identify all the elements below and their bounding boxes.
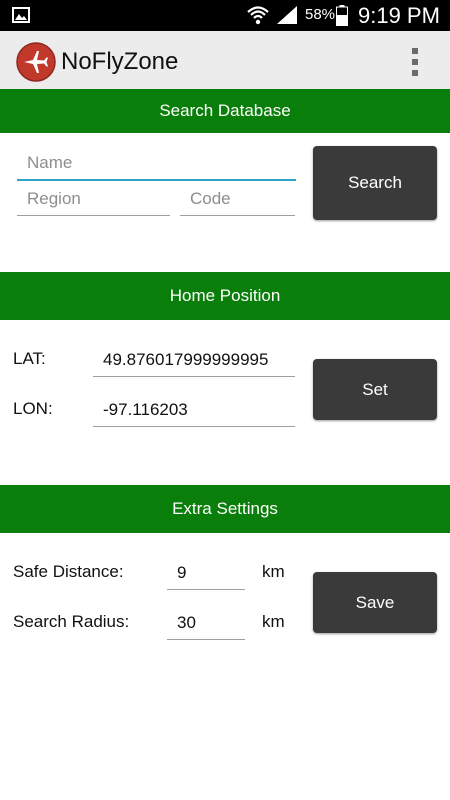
battery-icon: [336, 5, 348, 26]
wifi-icon: [247, 6, 269, 25]
airplane-logo-icon: [16, 42, 56, 82]
home-position-header: Home Position: [0, 272, 450, 320]
lat-label: LAT:: [13, 349, 46, 368]
app-title: NoFlyZone: [61, 48, 179, 75]
name-input[interactable]: [17, 147, 296, 181]
extra-settings-header: Extra Settings: [0, 485, 450, 533]
image-notification-icon: [12, 7, 30, 23]
set-button[interactable]: Set: [313, 359, 437, 420]
signal-icon: [277, 6, 297, 24]
lon-label: LON:: [13, 399, 53, 418]
overflow-menu-icon[interactable]: [408, 46, 422, 78]
status-bar: 58% 9:19 PM: [0, 0, 450, 31]
search-database-header: Search Database: [0, 89, 450, 133]
lat-input[interactable]: [93, 343, 295, 377]
region-input[interactable]: [17, 182, 170, 216]
search-radius-label: Search Radius:: [13, 612, 130, 631]
lon-input[interactable]: [93, 393, 295, 427]
search-button[interactable]: Search: [313, 146, 437, 220]
clock: 9:19 PM: [358, 3, 440, 28]
search-radius-unit: km: [262, 612, 285, 631]
safe-distance-unit: km: [262, 562, 285, 581]
save-button[interactable]: Save: [313, 572, 437, 633]
safe-distance-input[interactable]: [167, 556, 245, 590]
battery-percent: 58%: [305, 6, 336, 23]
safe-distance-label: Safe Distance:: [13, 562, 124, 581]
code-input[interactable]: [180, 182, 295, 216]
action-bar: NoFlyZone: [0, 31, 450, 92]
search-radius-input[interactable]: [167, 606, 245, 640]
